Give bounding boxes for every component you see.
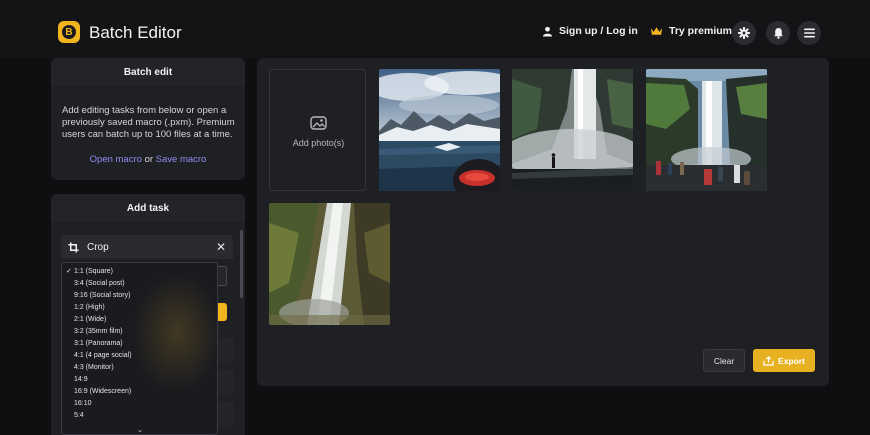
save-macro-link[interactable]: Save macro <box>156 154 207 165</box>
try-premium-button[interactable]: Try premium <box>650 25 732 37</box>
task-scrollbar[interactable] <box>240 230 243 298</box>
add-photo-label: Add photo(s) <box>292 138 345 148</box>
ratio-option-label: 3:4 (Social post) <box>74 280 125 287</box>
batch-edit-description: Add editing tasks from below or open a p… <box>62 105 235 140</box>
top-bar: B Batch Editor Sign up / Log in Try prem… <box>0 0 870 58</box>
notifications-button[interactable] <box>766 21 790 45</box>
ratio-option-label: 14:9 <box>74 376 88 383</box>
gear-icon <box>738 27 750 39</box>
ratio-option[interactable]: ✓ 1:1 (Square) <box>62 266 217 278</box>
ratio-option-label: 16:9 (Widescreen) <box>74 388 132 395</box>
ratio-option[interactable]: 16:9 (Widescreen) <box>62 386 217 398</box>
ratio-option[interactable]: 14:9 <box>62 374 217 386</box>
task-tile[interactable] <box>218 402 234 427</box>
ratio-option[interactable]: 2:1 (Wide) <box>62 314 217 326</box>
ratio-option-label: 2:1 (Wide) <box>74 316 107 323</box>
crop-task-label: Crop <box>87 241 109 253</box>
ratio-option[interactable]: 4:3 (Monitor) <box>62 362 217 374</box>
ratio-option-label: 3:1 (Panorama) <box>74 340 123 347</box>
batch-edit-title: Batch edit <box>51 58 245 86</box>
ratio-option[interactable]: 3:1 (Panorama) <box>62 338 217 350</box>
ratio-option-label: 16:10 <box>74 400 92 407</box>
chevron-down-icon[interactable]: ⌄ <box>137 426 143 434</box>
signup-login-label: Sign up / Log in <box>559 25 638 37</box>
open-macro-link[interactable]: Open macro <box>90 154 142 165</box>
photo-thumbnail[interactable] <box>512 69 633 191</box>
ratio-option[interactable]: 9:16 (Social story) <box>62 290 217 302</box>
task-tile[interactable] <box>218 370 234 395</box>
ratio-option[interactable]: 3:4 (Social post) <box>62 278 217 290</box>
app-logo[interactable]: B <box>58 21 80 43</box>
crop-icon <box>68 241 79 253</box>
crown-icon <box>650 27 663 35</box>
signup-login-button[interactable]: Sign up / Log in <box>542 25 638 37</box>
glacier-lagoon-photo <box>379 69 500 191</box>
photo-thumbnail[interactable] <box>379 69 500 191</box>
ratio-select-edge[interactable] <box>218 266 227 286</box>
user-icon <box>542 26 553 37</box>
aspect-ratio-dropdown[interactable]: ✓ 1:1 (Square) 3:4 (Social post) 9:16 (So… <box>61 262 218 435</box>
waterfall-mist-photo <box>512 69 633 191</box>
add-photo-button[interactable]: Add photo(s) <box>269 69 366 191</box>
close-icon[interactable]: ✕ <box>216 240 226 254</box>
logo-letter: B <box>62 25 76 39</box>
ratio-option-label: 3:2 (35mm film) <box>74 328 123 335</box>
ratio-option-label: 5:4 <box>74 412 84 419</box>
batch-edit-panel: Batch edit Add editing tasks from below … <box>51 58 245 180</box>
menu-button[interactable] <box>797 21 821 45</box>
ratio-option-label: 1:1 (Square) <box>74 268 113 275</box>
clear-button[interactable]: Clear <box>703 349 745 372</box>
photo-thumbnail[interactable] <box>646 69 767 191</box>
menu-icon <box>803 28 815 38</box>
task-tile[interactable] <box>218 338 234 363</box>
photo-thumbnail[interactable] <box>269 203 390 325</box>
settings-button[interactable] <box>732 21 756 45</box>
macro-or-text: or <box>144 154 154 165</box>
crop-task-header[interactable]: Crop ✕ <box>61 235 233 259</box>
apply-button-edge[interactable] <box>218 303 227 321</box>
ratio-option[interactable]: 1:2 (High) <box>62 302 217 314</box>
export-button[interactable]: Export <box>753 349 815 372</box>
macro-links: Open macro or Save macro <box>51 154 245 165</box>
ratio-option[interactable]: 16:10 <box>62 398 217 410</box>
try-premium-label: Try premium <box>669 25 733 37</box>
ratio-option-label: 4:3 (Monitor) <box>74 364 114 371</box>
bell-icon <box>773 28 783 39</box>
app-title: Batch Editor <box>89 23 182 42</box>
add-task-title: Add task <box>51 194 245 222</box>
ratio-option-label: 9:16 (Social story) <box>74 292 131 299</box>
ratio-option-label: 4:1 (4 page social) <box>74 352 132 359</box>
ratio-option[interactable]: 4:1 (4 page social) <box>62 350 217 362</box>
ratio-option[interactable]: 5:4 <box>62 410 217 422</box>
ratio-option-label: 1:2 (High) <box>74 304 105 311</box>
checkmark-icon: ✓ <box>66 268 72 275</box>
export-label: Export <box>778 355 805 366</box>
ratio-option[interactable]: 3:2 (35mm film) <box>62 326 217 338</box>
waterfall-closeup-photo <box>269 203 390 325</box>
add-image-icon <box>310 116 327 130</box>
waterfall-cliff-crowd-photo <box>646 69 767 191</box>
export-icon <box>763 355 774 366</box>
